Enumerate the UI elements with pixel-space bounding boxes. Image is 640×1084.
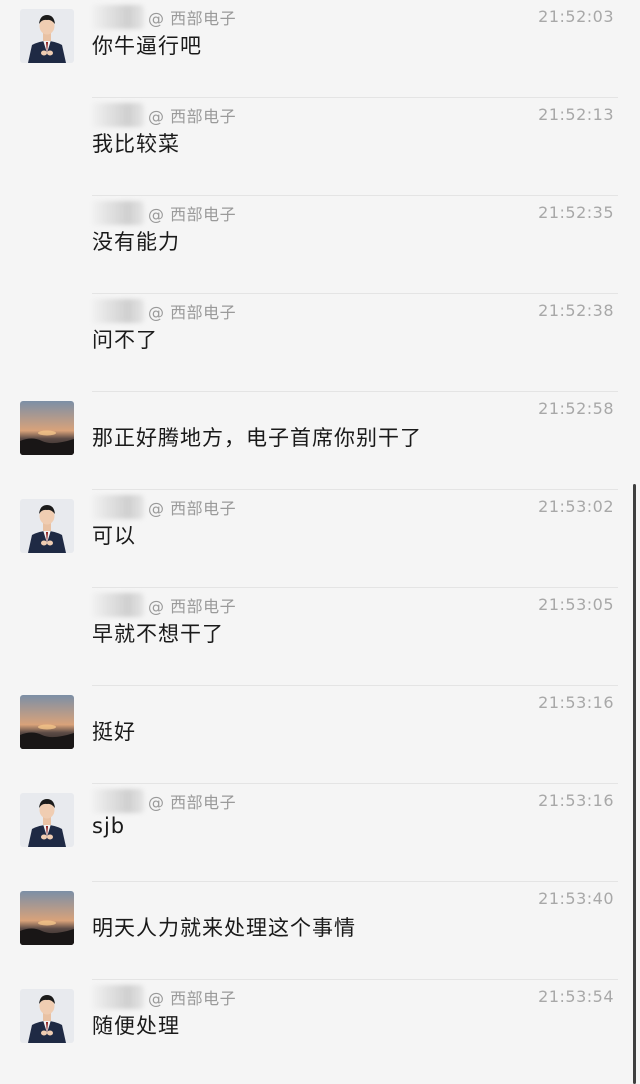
message-time: 21:52:58 — [538, 399, 614, 418]
man-in-suit-avatar[interactable] — [20, 499, 74, 553]
message-time: 21:52:35 — [538, 203, 614, 222]
message-item[interactable]: @ 西部电子 21:52:13 我比较菜 — [0, 98, 640, 196]
blurred-sender-name — [92, 299, 144, 323]
sender-row: @ 西部电子 — [92, 984, 236, 1010]
message-time: 21:53:02 — [538, 497, 614, 516]
message-item[interactable]: @ 西部电子 21:53:54 随便处理 — [0, 980, 640, 1078]
blurred-sender-name — [92, 201, 144, 225]
message-item[interactable]: @ 西部电子 21:53:02 可以 — [0, 490, 640, 588]
message-time: 21:52:38 — [538, 301, 614, 320]
message-time: 21:53:54 — [538, 987, 614, 1006]
sender-row: @ 西部电子 — [92, 592, 236, 618]
sunset-avatar[interactable] — [20, 401, 74, 455]
message-text: 可以 — [92, 524, 136, 548]
message-text: sjb — [92, 814, 126, 838]
man-in-suit-avatar[interactable] — [20, 989, 74, 1043]
sender-row: @ 西部电子 — [92, 4, 236, 30]
mention-tag[interactable]: @ 西部电子 — [148, 593, 236, 617]
blurred-sender-name — [92, 593, 144, 617]
message-text: 你牛逼行吧 — [92, 34, 202, 58]
message-text: 挺好 — [92, 720, 136, 744]
mention-tag[interactable]: @ 西部电子 — [148, 985, 236, 1009]
scrollbar[interactable] — [633, 484, 636, 1084]
message-time: 21:52:13 — [538, 105, 614, 124]
message-item[interactable]: @ 西部电子 21:52:35 没有能力 — [0, 196, 640, 294]
message-time: 21:53:40 — [538, 889, 614, 908]
message-item[interactable]: 21:52:58 那正好腾地方，电子首席你别干了 — [0, 392, 640, 490]
blurred-sender-name — [92, 985, 144, 1009]
mention-tag[interactable]: @ 西部电子 — [148, 201, 236, 225]
mention-tag[interactable]: @ 西部电子 — [148, 103, 236, 127]
man-in-suit-avatar[interactable] — [20, 793, 74, 847]
message-time: 21:53:16 — [538, 791, 614, 810]
message-text: 问不了 — [92, 328, 158, 352]
blurred-sender-name — [92, 103, 144, 127]
message-time: 21:52:03 — [538, 7, 614, 26]
message-time: 21:53:05 — [538, 595, 614, 614]
sunset-avatar[interactable] — [20, 891, 74, 945]
message-item[interactable]: @ 西部电子 21:52:38 问不了 — [0, 294, 640, 392]
sender-row: @ 西部电子 — [92, 102, 236, 128]
message-time: 21:53:16 — [538, 693, 614, 712]
message-item[interactable]: @ 西部电子 21:53:16 sjb — [0, 784, 640, 882]
message-text: 那正好腾地方，电子首席你别干了 — [92, 426, 422, 450]
blurred-sender-name — [92, 789, 144, 813]
chat-message-list[interactable]: @ 西部电子 21:52:03 你牛逼行吧 @ 西部电子 21:52:13 我比… — [0, 0, 640, 1084]
message-item[interactable]: @ 西部电子 21:52:03 你牛逼行吧 — [0, 0, 640, 98]
mention-tag[interactable]: @ 西部电子 — [148, 789, 236, 813]
message-item[interactable]: 21:53:40 明天人力就来处理这个事情 — [0, 882, 640, 980]
message-text: 我比较菜 — [92, 132, 180, 156]
message-item[interactable]: 21:53:16 挺好 — [0, 686, 640, 784]
sender-row: @ 西部电子 — [92, 494, 236, 520]
message-text: 没有能力 — [92, 230, 180, 254]
blurred-sender-name — [92, 5, 144, 29]
message-text: 随便处理 — [92, 1014, 180, 1038]
mention-tag[interactable]: @ 西部电子 — [148, 495, 236, 519]
sender-row: @ 西部电子 — [92, 788, 236, 814]
sender-row: @ 西部电子 — [92, 200, 236, 226]
man-in-suit-avatar[interactable] — [20, 9, 74, 63]
blurred-sender-name — [92, 495, 144, 519]
mention-tag[interactable]: @ 西部电子 — [148, 5, 236, 29]
sender-row: @ 西部电子 — [92, 298, 236, 324]
sunset-avatar[interactable] — [20, 695, 74, 749]
message-text: 明天人力就来处理这个事情 — [92, 916, 356, 940]
message-text: 早就不想干了 — [92, 622, 224, 646]
message-item[interactable]: @ 西部电子 21:53:05 早就不想干了 — [0, 588, 640, 686]
mention-tag[interactable]: @ 西部电子 — [148, 299, 236, 323]
